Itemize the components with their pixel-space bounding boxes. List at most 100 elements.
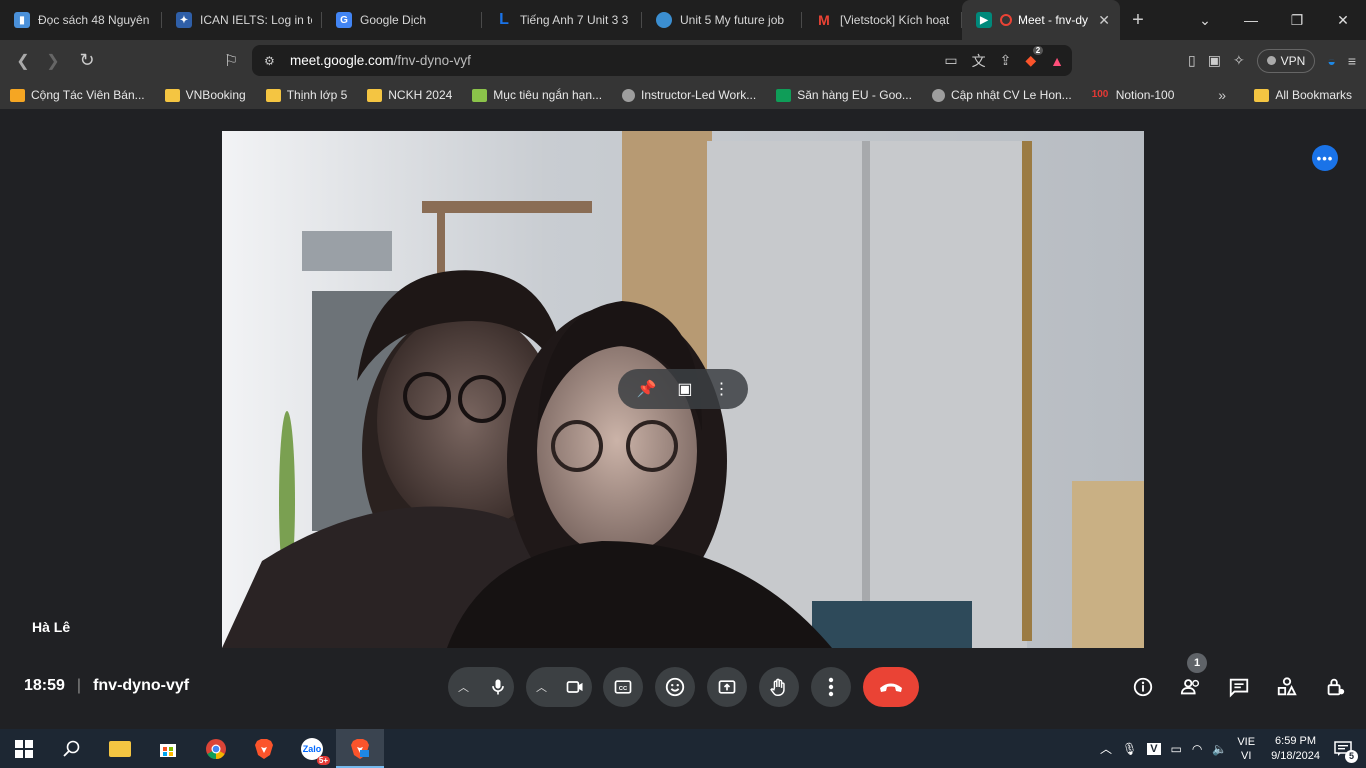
brave-icon: [255, 738, 273, 759]
all-bookmarks-label: All Bookmarks: [1275, 88, 1352, 102]
all-bookmarks-button[interactable]: All Bookmarks: [1254, 88, 1352, 102]
activities-icon[interactable]: [1274, 674, 1300, 700]
browser-tab[interactable]: M [Vietstock] Kích hoạt: [802, 0, 962, 40]
back-icon[interactable]: ❮: [8, 46, 38, 76]
gmail-icon: M: [818, 12, 830, 28]
clock[interactable]: 6:59 PM 9/18/2024: [1271, 734, 1320, 764]
camera-button[interactable]: ︿: [526, 667, 592, 707]
brave-active-button[interactable]: [336, 729, 384, 768]
more-options-button[interactable]: [811, 667, 851, 707]
translate-icon[interactable]: 文: [972, 51, 986, 71]
browser-tab[interactable]: L Tiếng Anh 7 Unit 3 3: [482, 0, 642, 40]
tab-strip: ▮ Đọc sách 48 Nguyên ✦ ICAN IELTS: Log i…: [0, 0, 1366, 40]
host-controls-icon[interactable]: [1322, 674, 1348, 700]
browser-tab[interactable]: G Google Dịch: [322, 0, 482, 40]
bookmark-icon[interactable]: ⚐: [216, 46, 246, 76]
camera-icon[interactable]: ▭: [944, 52, 957, 69]
address-bar[interactable]: ⚙ meet.google.com/fnv-dyno-vyf ▭ 文 ⇪ ◆ 2 …: [252, 45, 1072, 76]
search-button[interactable]: [48, 729, 96, 768]
participant-video[interactable]: 📌 ▣ ⋮: [222, 131, 1144, 648]
more-vert-icon: [828, 677, 834, 697]
chevron-down-icon[interactable]: ⌄: [1182, 0, 1228, 40]
brave-shield-icon[interactable]: ◆ 2: [1025, 46, 1044, 69]
wifi-icon[interactable]: ◠: [1192, 742, 1202, 756]
store-icon: [160, 743, 176, 757]
present-button[interactable]: [707, 667, 747, 707]
bookmark-folder[interactable]: Thịnh lớp 5: [265, 88, 347, 102]
videocam-icon: [566, 681, 583, 693]
volume-icon[interactable]: 🔈: [1212, 742, 1227, 756]
captions-button[interactable]: CC: [603, 667, 643, 707]
more-options-icon[interactable]: •••: [1312, 145, 1338, 171]
microphone-icon[interactable]: 🎙: [1122, 742, 1137, 756]
browser-right-tools: ▯ ▣ ✧ VPN ◒ ≡: [1188, 45, 1356, 76]
wallet-icon[interactable]: ▣: [1208, 52, 1221, 69]
bookmark-item[interactable]: Cộng Tác Viên Bán...: [10, 88, 145, 102]
bookmark-item[interactable]: 100 Notion-100: [1092, 88, 1175, 102]
vpn-label: VPN: [1280, 53, 1306, 68]
close-tab-icon[interactable]: ✕: [1098, 12, 1110, 29]
start-button[interactable]: [0, 729, 48, 768]
brave-button[interactable]: [240, 729, 288, 768]
bookmarks-overflow-button[interactable]: »: [1218, 87, 1226, 103]
tab-title: Unit 5 My future job: [680, 13, 785, 27]
meeting-details-icon[interactable]: [1130, 674, 1156, 700]
tab-title: [Vietstock] Kích hoạt: [840, 13, 950, 27]
bookmark-item[interactable]: Cập nhật CV Le Hon...: [931, 88, 1072, 102]
meet-stage: 📌 ▣ ⋮ ••• Hà Lê 18:59 | fnv-dyno-vyf ︿ ︿…: [0, 109, 1366, 729]
sidebar-icon[interactable]: ▯: [1188, 52, 1196, 69]
reactions-button[interactable]: [655, 667, 695, 707]
people-icon[interactable]: [1178, 674, 1204, 700]
file-explorer-button[interactable]: [96, 729, 144, 768]
leo-ai-icon[interactable]: ✧: [1233, 52, 1245, 69]
battery-icon[interactable]: ▭: [1171, 742, 1182, 756]
vpn-button[interactable]: VPN: [1256, 48, 1316, 73]
mountain-icon: [472, 88, 488, 102]
more-vert-icon[interactable]: ⋮: [714, 379, 730, 399]
minimize-icon[interactable]: —: [1228, 0, 1274, 40]
tab-title: Meet - fnv-dy: [1018, 13, 1089, 27]
raise-hand-button[interactable]: [759, 667, 799, 707]
folder-icon: [367, 88, 383, 102]
site-info-icon[interactable]: ⚙: [264, 54, 275, 68]
close-window-icon[interactable]: ✕: [1320, 0, 1366, 40]
bookmark-item[interactable]: Mục tiêu ngắn hạn...: [472, 88, 602, 102]
zalo-button[interactable]: Zalo 5+: [288, 729, 336, 768]
notifications-button[interactable]: 5: [1330, 737, 1358, 763]
brave-rewards-icon[interactable]: ▲: [1050, 53, 1064, 69]
microphone-button[interactable]: ︿: [448, 667, 514, 707]
chrome-button[interactable]: [192, 729, 240, 768]
chevron-up-icon[interactable]: ︿: [536, 679, 547, 695]
pin-icon[interactable]: 📌: [636, 379, 656, 399]
browser-tab[interactable]: ✦ ICAN IELTS: Log in to: [162, 0, 322, 40]
clock-time: 6:59 PM: [1275, 734, 1317, 747]
bookmark-folder[interactable]: NCKH 2024: [367, 88, 452, 102]
frame-effects-icon[interactable]: ▣: [677, 379, 692, 399]
folder-icon: [265, 88, 281, 102]
share-icon[interactable]: ⇪: [1000, 52, 1012, 69]
browser-tab[interactable]: ▮ Đọc sách 48 Nguyên: [0, 0, 162, 40]
leave-call-button[interactable]: [863, 667, 919, 707]
restore-icon[interactable]: ❐: [1274, 0, 1320, 40]
chat-icon[interactable]: [1226, 674, 1252, 700]
browser-tab-active[interactable]: ▶ Meet - fnv-dy ✕: [962, 0, 1120, 40]
chevron-up-icon[interactable]: ︿: [1100, 740, 1112, 757]
sheets-icon: [776, 88, 792, 102]
folder-icon: [109, 740, 131, 757]
bookmark-item[interactable]: Săn hàng EU - Goo...: [776, 88, 912, 102]
vpn-status-icon: [1266, 56, 1276, 65]
new-tab-button[interactable]: +: [1120, 9, 1156, 32]
bookmark-item[interactable]: Instructor-Led Work...: [622, 88, 756, 102]
chevron-up-icon[interactable]: ︿: [458, 679, 469, 695]
input-language[interactable]: VIE VI: [1237, 735, 1255, 763]
translate-icon: G: [336, 12, 352, 28]
vietkey-icon[interactable]: V: [1147, 742, 1161, 755]
menu-icon[interactable]: ≡: [1348, 53, 1356, 69]
forward-icon[interactable]: ❯: [38, 46, 68, 76]
browser-tab[interactable]: Unit 5 My future job: [642, 0, 802, 40]
extension-icon[interactable]: ◒: [1327, 53, 1335, 69]
store-button[interactable]: [144, 729, 192, 768]
tile-actions: 📌 ▣ ⋮: [618, 369, 748, 409]
reload-icon[interactable]: ↻: [72, 46, 102, 76]
bookmark-folder[interactable]: VNBooking: [164, 88, 246, 102]
